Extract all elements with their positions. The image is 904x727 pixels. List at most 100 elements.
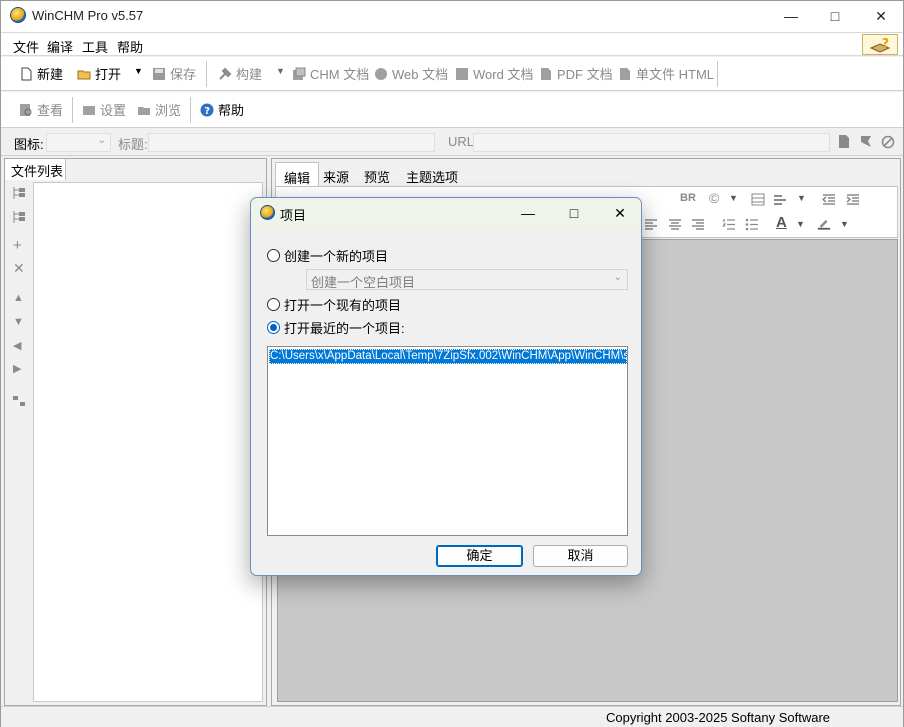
icon-label: 图标: [14,137,44,152]
url-file-icon[interactable] [837,134,851,149]
single-html-icon [620,67,630,80]
font-color-dropdown-icon[interactable]: ▼ [796,219,805,229]
dialog-maximize-button[interactable]: □ [551,198,597,229]
open-button[interactable]: 打开 [77,57,121,90]
main-toolbar: 新建 打开 ▼ 保存 构建 ▼ CHM 文档 Web 文档 Word 文档 PD… [1,57,903,91]
menu-tools[interactable]: 工具 [82,37,108,56]
window-title: WinCHM Pro v5.57 [32,8,144,23]
tab-topic-options[interactable]: 主题选项 [402,162,462,186]
recent-projects-list[interactable]: C:\Users\x\AppData\Local\Temp\7ZipSfx.00… [267,346,628,536]
radio-recent-label: 打开最近的一个项目: [284,321,405,336]
list-style-icon[interactable] [773,193,787,206]
new-file-icon [21,67,32,80]
word-label: Word 文档 [473,67,534,82]
move-left-icon[interactable]: ◀ [13,339,21,352]
dialog-title-bar: 项目 — □ ✕ [251,198,641,229]
file-tree[interactable] [33,182,263,702]
move-right-icon[interactable]: ▶ [13,362,21,375]
url-clear-icon[interactable] [881,135,895,149]
dialog-close-button[interactable]: ✕ [597,198,641,229]
single-html-button[interactable]: 单文件 HTML [618,57,714,90]
word-icon [456,67,468,80]
property-bar: 图标: ⌄ 标题: URL: [1,129,903,156]
secondary-toolbar: 查看 设置 浏览 ? 帮助 [1,92,903,128]
insert-icon[interactable] [12,394,26,408]
move-down-icon[interactable]: ▼ [13,316,24,328]
save-button[interactable]: 保存 [152,57,196,90]
template-select[interactable]: 创建一个空白项目 ⌄ [306,269,628,290]
indent-icon[interactable] [846,193,860,206]
copyright-icon[interactable]: © [709,190,719,206]
recent-project-item[interactable]: C:\Users\x\AppData\Local\Temp\7ZipSfx.00… [269,349,627,364]
highlight-dropdown-icon[interactable]: ▼ [840,219,849,229]
align-right-icon[interactable] [691,218,705,231]
title-input[interactable] [148,133,435,152]
align-center-icon[interactable] [668,218,682,231]
dialog-minimize-button[interactable]: — [505,198,551,229]
list-dropdown-icon[interactable]: ▼ [797,193,806,203]
symbol-dropdown-icon[interactable]: ▼ [729,193,738,203]
table-icon[interactable] [751,193,765,206]
tree-collapse-icon[interactable] [12,210,26,224]
tab-preview[interactable]: 预览 [360,162,394,186]
build-button[interactable]: 构建 [218,57,262,90]
icon-select[interactable]: ⌄ [46,133,111,152]
new-button[interactable]: 新建 [19,57,63,90]
highlight-icon[interactable] [817,217,831,230]
menu-file[interactable]: 文件 [13,37,39,56]
numbered-list-icon[interactable] [722,218,736,231]
view-label: 查看 [37,103,64,118]
radio-circle-selected[interactable] [267,321,280,334]
tab-source[interactable]: 来源 [319,162,353,186]
template-select-value: 创建一个空白项目 [311,275,416,290]
toolbar-separator [72,97,73,123]
tab-edit[interactable]: 编辑 [275,162,319,186]
app-icon [10,7,26,23]
browse-icon [138,106,150,115]
radio-open-existing[interactable]: 打开一个现有的项目 [267,295,401,314]
settings-button[interactable]: 设置 [82,92,126,127]
web-doc-button[interactable]: Web 文档 [374,57,448,90]
web-label: Web 文档 [392,67,449,82]
url-link-icon[interactable] [859,134,873,149]
save-icon [153,67,165,80]
align-left-icon[interactable] [644,218,658,231]
bullet-list-icon[interactable] [745,218,759,231]
open-dropdown-icon[interactable]: ▼ [134,66,143,76]
radio-circle[interactable] [267,298,280,311]
add-icon[interactable]: + [13,237,22,254]
url-input[interactable] [473,133,830,152]
browse-label: 浏览 [155,103,182,118]
file-list-tab[interactable]: 文件列表 [5,159,66,180]
open-folder-icon [77,70,91,79]
chm-doc-button[interactable]: CHM 文档 [292,57,369,90]
settings-label: 设置 [100,103,127,118]
build-dropdown-icon[interactable]: ▼ [276,66,285,76]
font-color-icon[interactable]: A [776,214,787,231]
help-button[interactable]: ? 帮助 [200,92,244,127]
tree-expand-icon[interactable] [12,186,26,200]
maximize-button[interactable]: □ [812,1,858,32]
move-up-icon[interactable]: ▲ [13,292,24,304]
help-book-icon[interactable]: ? [862,34,898,55]
menu-help[interactable]: 帮助 [117,37,143,56]
web-icon [375,67,387,80]
status-bar: Copyright 2003-2025 Softany Software [1,706,903,727]
delete-icon[interactable]: ✕ [13,260,25,277]
cancel-button[interactable]: 取消 [533,545,628,567]
minimize-button[interactable]: — [768,1,814,32]
toolbar-separator [717,61,718,87]
close-button[interactable]: ✕ [858,1,904,32]
line-break-button[interactable]: BR [680,192,696,204]
radio-new-project[interactable]: 创建一个新的项目 [267,246,388,265]
ok-button[interactable]: 确定 [436,545,523,567]
radio-circle[interactable] [267,249,280,262]
pdf-doc-button[interactable]: PDF 文档 [539,57,613,90]
menu-compile[interactable]: 编译 [47,37,73,56]
browse-button[interactable]: 浏览 [137,92,181,127]
word-doc-button[interactable]: Word 文档 [455,57,533,90]
outdent-icon[interactable] [822,193,836,206]
radio-open-recent[interactable]: 打开最近的一个项目: [267,318,405,337]
view-button[interactable]: 查看 [19,92,63,127]
toolbar-separator [206,61,207,87]
